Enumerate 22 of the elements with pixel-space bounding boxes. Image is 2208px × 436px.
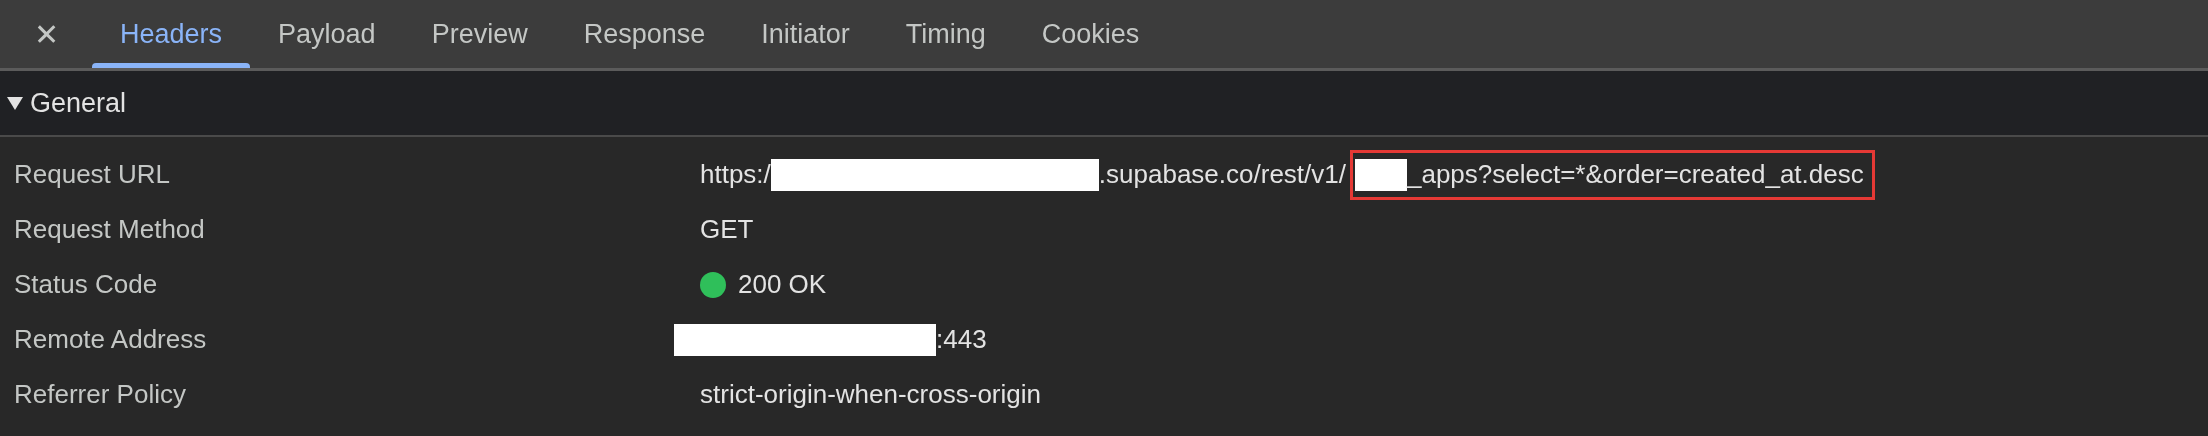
header-value-text: :443 (936, 324, 987, 355)
expanded-triangle-icon[interactable] (6, 95, 24, 111)
header-value-text: 200 OK (738, 269, 827, 300)
header-label: Remote Address (13, 324, 208, 355)
tab[interactable]: Response (555, 0, 734, 68)
tab[interactable]: Initiator (733, 0, 878, 68)
tab[interactable]: Preview (403, 0, 556, 68)
tab[interactable]: Payload (250, 0, 404, 68)
header-label: Request URL (13, 159, 172, 190)
tab[interactable]: Headers (92, 0, 251, 68)
header-label: Status Code (13, 269, 159, 300)
header-label: Referrer Policy (13, 379, 187, 410)
header-label: Request Method (13, 214, 206, 245)
header-value-text: strict-origin-when-cross-origin (700, 379, 1041, 410)
header-value-text: GET (700, 214, 754, 245)
header-value-text: .supabase.co/rest/v1/ (1098, 159, 1346, 190)
header-value-text: https:/ (700, 159, 771, 190)
close-button[interactable]: ✕ (0, 0, 92, 68)
tab[interactable]: Cookies (1013, 0, 1168, 68)
section-title: General (30, 87, 127, 119)
tab[interactable]: Timing (877, 0, 1014, 68)
redaction-block (1354, 158, 1407, 191)
